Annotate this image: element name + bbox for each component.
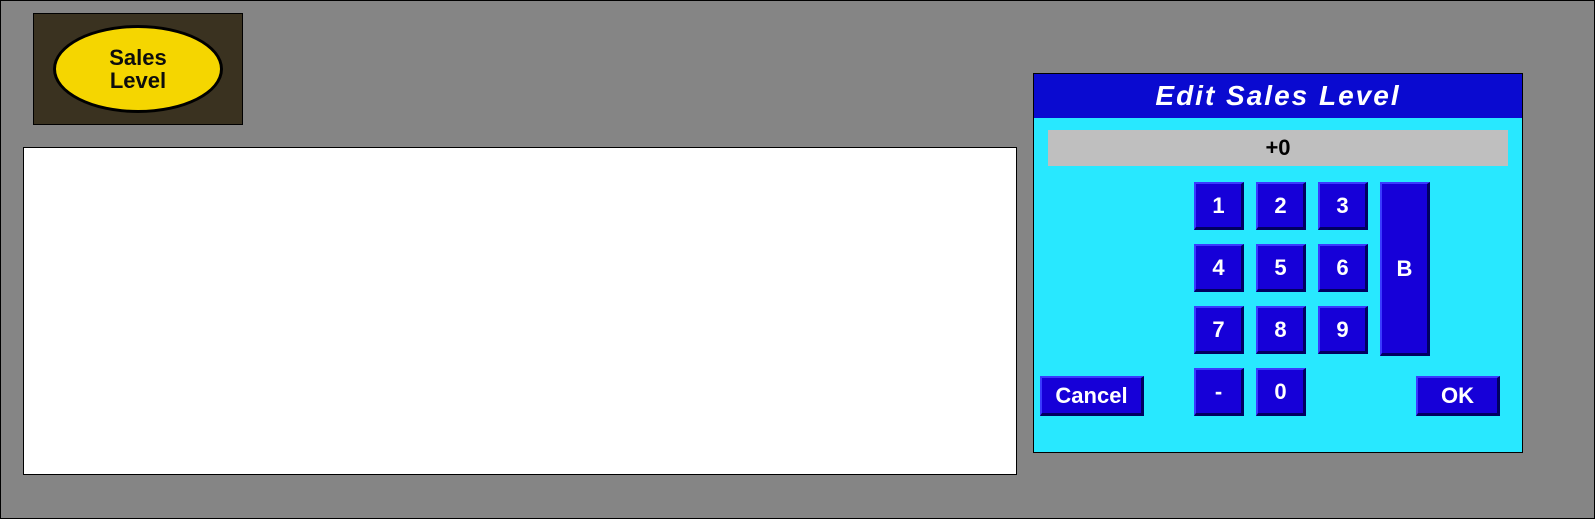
value-display: +0	[1048, 130, 1508, 166]
key-1[interactable]: 1	[1194, 182, 1244, 230]
panel-title: Edit Sales Level	[1034, 74, 1522, 118]
key-5[interactable]: 5	[1256, 244, 1306, 292]
key-2[interactable]: 2	[1256, 182, 1306, 230]
key-backspace[interactable]: B	[1380, 182, 1430, 356]
key-4[interactable]: 4	[1194, 244, 1244, 292]
key-6[interactable]: 6	[1318, 244, 1368, 292]
keypad-area: 1 2 3 4 5 6 7 8 9 - 0 B Cancel OK	[1034, 176, 1522, 450]
ok-button[interactable]: OK	[1416, 376, 1500, 416]
sales-level-button-line2: Level	[110, 69, 166, 92]
key-0[interactable]: 0	[1256, 368, 1306, 416]
key-minus[interactable]: -	[1194, 368, 1244, 416]
key-8[interactable]: 8	[1256, 306, 1306, 354]
sales-level-button-frame: Sales Level	[33, 13, 243, 125]
content-area	[23, 147, 1017, 475]
key-9[interactable]: 9	[1318, 306, 1368, 354]
key-7[interactable]: 7	[1194, 306, 1244, 354]
sales-level-button-line1: Sales	[109, 46, 167, 69]
cancel-button[interactable]: Cancel	[1040, 376, 1144, 416]
sales-level-button[interactable]: Sales Level	[53, 25, 223, 113]
edit-sales-level-panel: Edit Sales Level +0 1 2 3 4 5 6 7 8 9 - …	[1033, 73, 1523, 453]
key-3[interactable]: 3	[1318, 182, 1368, 230]
